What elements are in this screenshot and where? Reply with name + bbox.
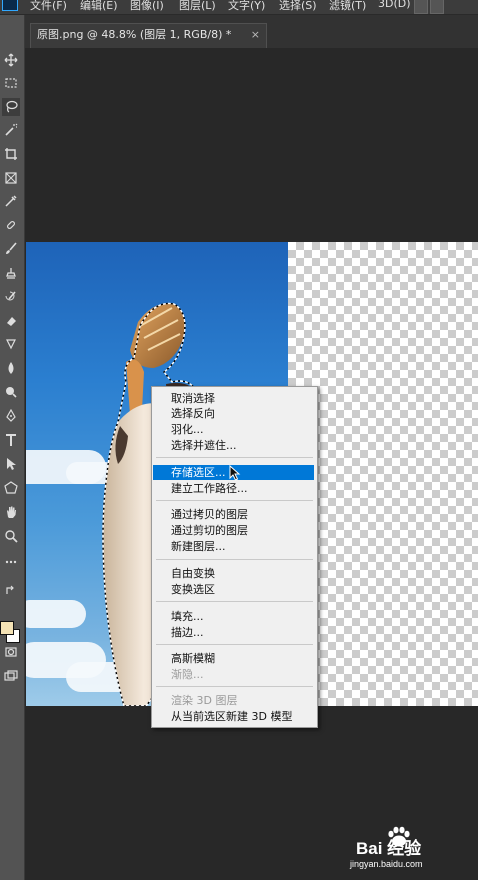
menu-edit[interactable]: 编辑(E) (80, 0, 118, 13)
zoom-icon[interactable] (2, 527, 20, 545)
swap-colors-icon[interactable] (2, 585, 20, 597)
watermark-url: jingyan.baidu.com (350, 859, 423, 869)
menu-item-gaussian-blur[interactable]: 高斯模糊 (153, 651, 314, 666)
menu-3d[interactable]: 3D(D) (378, 0, 411, 10)
menu-type[interactable]: 文字(Y) (228, 0, 265, 13)
menu-item-new-layer[interactable]: 新建图层... (153, 539, 314, 554)
move-icon[interactable] (2, 51, 20, 69)
menu-item-fill[interactable]: 填充... (153, 609, 314, 624)
mouse-cursor-icon (229, 465, 241, 481)
menu-item-make-work-path[interactable]: 建立工作路径... (153, 481, 314, 496)
menu-item-free-transform[interactable]: 自由变换 (153, 566, 314, 581)
lasso-icon[interactable] (2, 98, 20, 116)
photoshop-logo-icon[interactable] (2, 0, 18, 11)
menu-item-new-3d-model-from-selection[interactable]: 从当前选区新建 3D 模型 (153, 709, 314, 724)
menu-separator (156, 601, 313, 602)
watermark-brand: Bai 经验 (356, 839, 422, 858)
menu-separator (156, 559, 313, 560)
menu-layer[interactable]: 图层(L) (179, 0, 216, 13)
eyedropper-icon[interactable] (2, 192, 20, 210)
menu-item-stroke[interactable]: 描边... (153, 625, 314, 640)
menu-image[interactable]: 图像(I) (130, 0, 164, 13)
shape-icon[interactable] (2, 479, 20, 497)
pen-icon[interactable] (2, 407, 20, 425)
close-icon[interactable]: × (251, 24, 260, 46)
history-brush-icon[interactable] (2, 288, 20, 306)
menu-item-feather[interactable]: 羽化... (153, 422, 314, 437)
healing-icon[interactable] (2, 216, 20, 234)
crop-icon[interactable] (2, 145, 20, 163)
menu-separator (156, 500, 313, 501)
window-control-button[interactable] (414, 0, 428, 14)
menu-separator (156, 686, 313, 687)
hand-icon[interactable] (2, 503, 20, 521)
menu-item-render-3d-layer: 渲染 3D 图层 (171, 694, 238, 707)
marquee-icon[interactable] (2, 74, 20, 92)
type-icon[interactable] (2, 431, 20, 449)
document-tab-bar: 原图.png @ 48.8% (图层 1, RGB/8) * × (25, 15, 478, 48)
brush-icon[interactable] (2, 240, 20, 258)
menu-item-transform-selection[interactable]: 变换选区 (153, 582, 314, 597)
quick-mask-icon[interactable] (2, 643, 20, 661)
menu-item-select-and-mask[interactable]: 选择并遮住... (153, 438, 314, 453)
gradient-icon[interactable] (2, 335, 20, 353)
menu-item-deselect[interactable]: 取消选择 (153, 391, 314, 406)
menu-separator (156, 644, 313, 645)
foreground-color-swatch[interactable] (0, 621, 14, 635)
menu-filter[interactable]: 滤镜(T) (329, 0, 366, 13)
document-tab[interactable]: 原图.png @ 48.8% (图层 1, RGB/8) * × (30, 23, 267, 48)
menu-item-layer-via-cut[interactable]: 通过剪切的图层 (153, 523, 314, 538)
context-menu: 取消选择 选择反向 羽化... 选择并遮住... 存储选区... 建立工作路径.… (151, 386, 318, 728)
frame-icon[interactable] (2, 169, 20, 187)
menu-separator (156, 457, 313, 458)
dodge-icon[interactable] (2, 383, 20, 401)
stamp-icon[interactable] (2, 264, 20, 282)
blur-icon[interactable] (2, 359, 20, 377)
baidu-watermark: Bai 经验 jingyan.baidu.com (350, 826, 476, 876)
document-tab-title: 原图.png @ 48.8% (图层 1, RGB/8) * (37, 28, 232, 41)
menu-item-fade: 渐隐... (171, 668, 204, 681)
menu-select[interactable]: 选择(S) (279, 0, 317, 13)
menu-bar: 文件(F) 编辑(E) 图像(I) 图层(L) 文字(Y) 选择(S) 滤镜(T… (0, 0, 478, 15)
menu-file[interactable]: 文件(F) (30, 0, 67, 13)
menu-item-select-inverse[interactable]: 选择反向 (153, 406, 314, 421)
window-control-button[interactable] (430, 0, 444, 14)
tools-panel (0, 15, 25, 880)
eraser-icon[interactable] (2, 312, 20, 330)
screen-mode-icon[interactable] (2, 667, 20, 685)
quick-select-icon[interactable] (2, 121, 20, 139)
menu-item-layer-via-copy[interactable]: 通过拷贝的图层 (153, 507, 314, 522)
path-select-icon[interactable] (2, 455, 20, 473)
more-icon[interactable] (2, 553, 20, 571)
